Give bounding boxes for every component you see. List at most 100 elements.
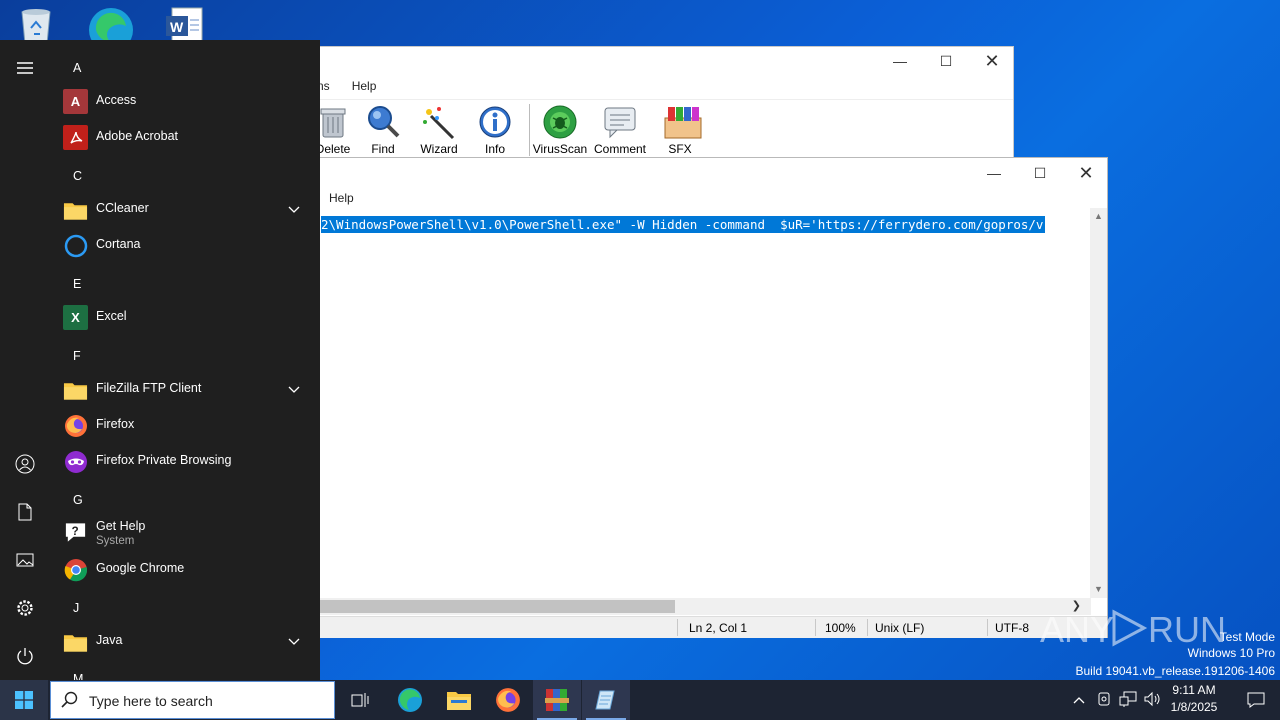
app-name: Access — [96, 93, 137, 107]
find-tool-button[interactable]: Find — [355, 100, 411, 156]
file-explorer-icon — [447, 692, 471, 710]
folder-icon — [63, 197, 88, 222]
tool-label: VirusScan — [532, 142, 588, 156]
group-letter-j[interactable]: J — [73, 601, 79, 615]
comment-icon — [602, 104, 638, 140]
app-item-access[interactable]: A Access — [50, 83, 320, 119]
scroll-up-icon[interactable]: ▲ — [1090, 208, 1107, 225]
documents-icon[interactable] — [13, 500, 37, 524]
minimize-button[interactable]: — — [971, 159, 1017, 187]
sfx-tool-button[interactable]: SFX — [652, 100, 708, 156]
group-letter-a[interactable]: A — [73, 61, 81, 75]
status-separator — [987, 619, 988, 636]
power-icon[interactable] — [13, 644, 37, 668]
horizontal-scroll-thumb[interactable] — [301, 600, 675, 613]
get-help-icon: ? — [63, 519, 88, 544]
taskbar-notepad[interactable] — [582, 680, 630, 720]
scroll-down-icon[interactable]: ▼ — [1090, 581, 1107, 598]
app-name: Get Help — [96, 519, 146, 533]
app-name: FileZilla FTP Client — [96, 381, 202, 395]
taskbar: Type here to search 9:11 AM 1/8/2025 — [0, 680, 1280, 720]
show-hidden-icons-icon[interactable] — [1070, 693, 1088, 707]
user-account-icon[interactable] — [13, 452, 37, 476]
encoding: UTF-8 — [995, 621, 1029, 635]
group-letter-f[interactable]: F — [73, 349, 81, 363]
app-name: Google Chrome — [96, 561, 185, 575]
svg-text:?: ? — [72, 525, 79, 537]
start-button[interactable] — [0, 680, 48, 720]
status-separator — [815, 619, 816, 636]
tool-label: Comment — [593, 142, 646, 156]
clock-time: 9:11 AM — [1172, 683, 1216, 697]
pictures-icon[interactable] — [13, 548, 37, 572]
virusscan-tool-button[interactable]: VirusScan — [532, 100, 588, 156]
action-center-button[interactable] — [1232, 680, 1280, 720]
menu-help[interactable]: Help — [344, 79, 385, 93]
app-item-ccleaner[interactable]: CCleaner — [50, 191, 320, 227]
edge-desktop-icon[interactable] — [86, 4, 134, 52]
taskbar-firefox[interactable] — [484, 680, 532, 720]
minimize-button[interactable]: — — [877, 47, 923, 75]
close-button[interactable]: ✕ — [969, 47, 1015, 75]
app-item-excel[interactable]: X Excel — [50, 299, 320, 335]
maximize-button[interactable]: ☐ — [923, 47, 969, 75]
close-button[interactable]: ✕ — [1063, 159, 1109, 187]
taskbar-file-explorer[interactable] — [435, 680, 483, 720]
magnifier-icon — [365, 104, 401, 140]
taskbar-winrar[interactable] — [533, 680, 581, 720]
tool-label: Delete — [315, 142, 351, 156]
tool-label: Info — [484, 142, 505, 156]
clock-date: 1/8/2025 — [1170, 700, 1218, 714]
app-name: Cortana — [96, 237, 141, 251]
group-letter-m[interactable]: M — [73, 672, 83, 680]
recycle-bin-icon[interactable] — [14, 4, 62, 45]
line-ending: Unix (LF) — [875, 621, 925, 635]
maximize-button[interactable]: ☐ — [1017, 159, 1063, 187]
search-placeholder[interactable]: Type here to search — [89, 693, 213, 709]
device-icon[interactable] — [1092, 691, 1116, 710]
winrar-icon — [545, 689, 569, 711]
app-item-cortana[interactable]: Cortana — [50, 227, 320, 263]
search-icon — [61, 691, 79, 712]
taskbar-clock[interactable]: 9:11 AM 1/8/2025 — [1160, 682, 1228, 716]
excel-app-icon: X — [63, 305, 88, 330]
app-name: Excel — [96, 309, 127, 323]
access-app-icon: A — [63, 89, 88, 114]
horizontal-scrollbar[interactable]: ❯ — [301, 598, 1091, 615]
notepad-icon — [595, 690, 615, 710]
app-item-firefox[interactable]: Firefox — [50, 407, 320, 443]
network-icon[interactable] — [1116, 691, 1140, 710]
group-letter-e[interactable]: E — [73, 277, 81, 291]
group-letter-c[interactable]: C — [73, 169, 82, 183]
trash-icon — [315, 104, 351, 140]
taskbar-search-box[interactable]: Type here to search — [50, 681, 335, 719]
zoom-level: 100% — [825, 621, 856, 635]
text-editor[interactable]: 2\WindowsPowerShell\v1.0\PowerShell.exe"… — [301, 208, 1091, 598]
app-item-firefox-private[interactable]: Firefox Private Browsing — [50, 443, 320, 479]
wizard-tool-button[interactable]: Wizard — [411, 100, 467, 156]
app-item-adobe-acrobat[interactable]: Adobe Acrobat — [50, 119, 320, 155]
tool-label: Wizard — [420, 142, 458, 156]
hamburger-menu-icon[interactable] — [13, 56, 37, 80]
chevron-down-icon[interactable] — [288, 383, 300, 397]
selected-text-line[interactable]: 2\WindowsPowerShell\v1.0\PowerShell.exe"… — [321, 216, 1046, 233]
chevron-down-icon[interactable] — [288, 635, 300, 649]
taskbar-edge[interactable] — [386, 680, 434, 720]
app-item-java[interactable]: Java — [50, 623, 320, 659]
task-view-button[interactable] — [336, 680, 384, 720]
cortana-icon — [63, 233, 88, 258]
notification-icon — [1247, 692, 1265, 708]
settings-gear-icon[interactable] — [13, 596, 37, 620]
word-document-icon[interactable]: W — [164, 4, 212, 45]
info-icon — [477, 104, 513, 140]
magic-wand-icon — [421, 104, 457, 140]
comment-tool-button[interactable]: Comment — [588, 100, 652, 156]
group-letter-g[interactable]: G — [73, 493, 83, 507]
app-item-google-chrome[interactable]: Google Chrome — [50, 551, 320, 587]
info-tool-button[interactable]: Info — [467, 100, 523, 156]
vertical-scrollbar[interactable]: ▲ ▼ — [1090, 208, 1107, 598]
app-item-filezilla[interactable]: FileZilla FTP Client — [50, 371, 320, 407]
menu-help[interactable]: Help — [321, 191, 362, 205]
app-item-get-help[interactable]: ? Get Help System — [50, 515, 320, 555]
chevron-down-icon[interactable] — [288, 203, 300, 217]
